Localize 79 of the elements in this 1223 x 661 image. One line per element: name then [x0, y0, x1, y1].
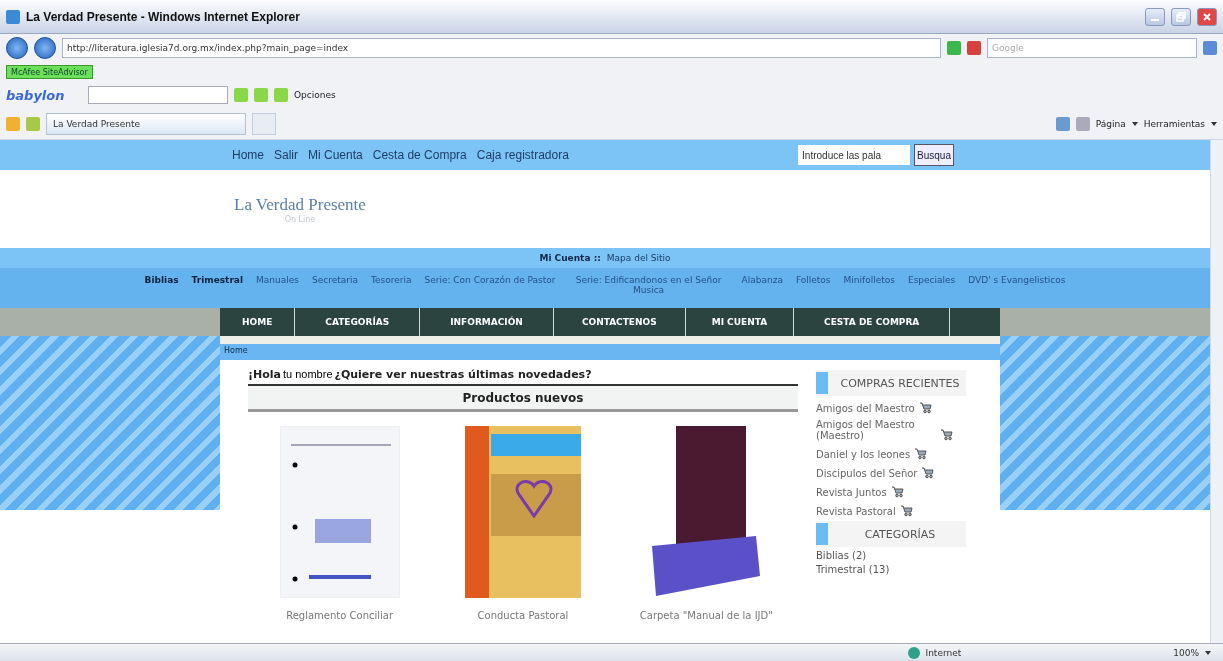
close-icon [1203, 12, 1211, 21]
window-title: La Verdad Presente - Windows Internet Explorer [26, 9, 301, 24]
mcafee-button[interactable]: McAfee SiteAdvisor [6, 65, 93, 79]
sitemap-link[interactable]: Mapa del Sitio [606, 253, 671, 263]
zoom-level[interactable]: 100% [1173, 647, 1199, 658]
back-button[interactable] [6, 37, 28, 59]
category-link[interactable]: Manuales [256, 275, 299, 285]
account-link[interactable]: Mi Cuenta :: [539, 253, 601, 263]
category-link[interactable]: Serie: Edificandonos en el Señor Musica [568, 275, 729, 295]
category-link[interactable]: Minifolletos [843, 275, 895, 285]
box-title: CATEGORÍAS [863, 527, 937, 541]
nav-link[interactable]: Cesta de Compra [372, 148, 467, 162]
tools-menu[interactable]: Herramientas [1143, 118, 1205, 129]
box-title: COMPRAS RECIENTES [839, 376, 961, 390]
greeting-question: ¿Quiere ver nuestras últimas novedades? [334, 368, 592, 381]
restore-icon [1176, 11, 1186, 22]
caret-icon[interactable] [1205, 650, 1211, 655]
menu-item[interactable]: MI CUENTA [685, 308, 795, 336]
product-name[interactable]: Reglamento Conciliar [286, 610, 394, 621]
category-link[interactable]: DVD' s Evangelisticos [968, 275, 1066, 285]
category-link[interactable]: Trimestral [191, 275, 244, 285]
category-link[interactable]: Folletos [795, 275, 831, 285]
forward-button[interactable] [34, 37, 56, 59]
minimize-icon [1151, 18, 1159, 21]
header-marker [816, 372, 828, 394]
greeting-text: ¡Hola [248, 368, 281, 381]
nav-link[interactable]: Caja registradora [476, 148, 569, 162]
restore-button[interactable] [1171, 7, 1191, 26]
recent-product-link[interactable]: Daniel y los leones [816, 449, 911, 460]
category-link[interactable]: Biblias [144, 275, 179, 285]
menu-item[interactable]: INFORMACIÓN [420, 308, 554, 336]
breadcrumb-link[interactable]: Home [220, 344, 1000, 360]
menu-item[interactable]: CONTACTENOS [553, 308, 686, 336]
search-button[interactable]: Busqua [914, 144, 954, 166]
cart-icon[interactable] [918, 400, 933, 414]
category-link[interactable]: Alabanza [741, 275, 783, 285]
address-field[interactable]: http://literatura.iglesia7d.org.mx/index.php?main_page=index [62, 38, 941, 58]
category-link[interactable]: Serie: Con Corazón de Pastor [424, 275, 556, 285]
babylon-logo: babylon [6, 87, 66, 103]
header-marker [816, 523, 828, 545]
menu-item[interactable]: CESTA DE COMPRA [794, 308, 951, 336]
nav-link[interactable]: Home [232, 148, 264, 162]
options-button[interactable]: Opciones [294, 90, 336, 100]
section-heading: Productos nuevos [248, 386, 798, 412]
cart-icon[interactable] [890, 484, 905, 498]
caret-icon[interactable] [1131, 121, 1138, 126]
cart-icon[interactable] [921, 465, 936, 479]
babylon-search-field[interactable] [88, 86, 228, 104]
minimize-button[interactable] [1145, 7, 1165, 26]
document-cover-image[interactable] [279, 426, 400, 598]
recent-product-link[interactable]: Discipulos del Señor [816, 468, 918, 479]
category-link[interactable]: Trimestral (13) [816, 564, 966, 575]
book-cover-image[interactable] [465, 426, 581, 598]
category-link[interactable]: Biblias (2) [816, 550, 966, 561]
category-link[interactable]: Secretaria [311, 275, 358, 285]
user-name: tu nombre [283, 368, 333, 380]
browser-tab[interactable]: La Verdad Presente [46, 112, 246, 135]
recent-product-link[interactable]: Amigos del Maestro [816, 403, 915, 414]
site-search-field[interactable]: Introduce las pala [798, 145, 911, 165]
nav-link[interactable]: Mi Cuenta [308, 148, 363, 162]
recent-product-link[interactable]: Revista Pastoral [816, 506, 896, 517]
product-name[interactable]: Carpeta "Manual de la IJD" [639, 610, 773, 621]
recent-product-link[interactable]: Revista Juntos [816, 487, 887, 498]
nav-link[interactable]: Salir [274, 148, 299, 162]
cart-icon[interactable] [899, 503, 914, 517]
product-name[interactable]: Conducta Pastoral [477, 610, 569, 621]
menu-item[interactable]: HOME [220, 308, 296, 336]
menu-item[interactable]: CATEGORÍAS [295, 308, 421, 336]
category-link[interactable]: Especiales [907, 275, 956, 285]
caret-icon[interactable] [1211, 121, 1217, 126]
zone-label: Internet [925, 647, 962, 658]
page-menu[interactable]: Página [1095, 118, 1126, 129]
close-button[interactable] [1197, 7, 1217, 26]
cart-icon[interactable] [914, 446, 929, 460]
new-tab-button[interactable] [252, 112, 276, 135]
recent-product-link[interactable]: Amigos del Maestro (Maestro) [816, 419, 936, 441]
site-logo[interactable]: La Verdad Presente [234, 194, 366, 215]
cart-icon[interactable] [940, 427, 954, 441]
category-link[interactable]: Tesoreria [370, 275, 412, 285]
